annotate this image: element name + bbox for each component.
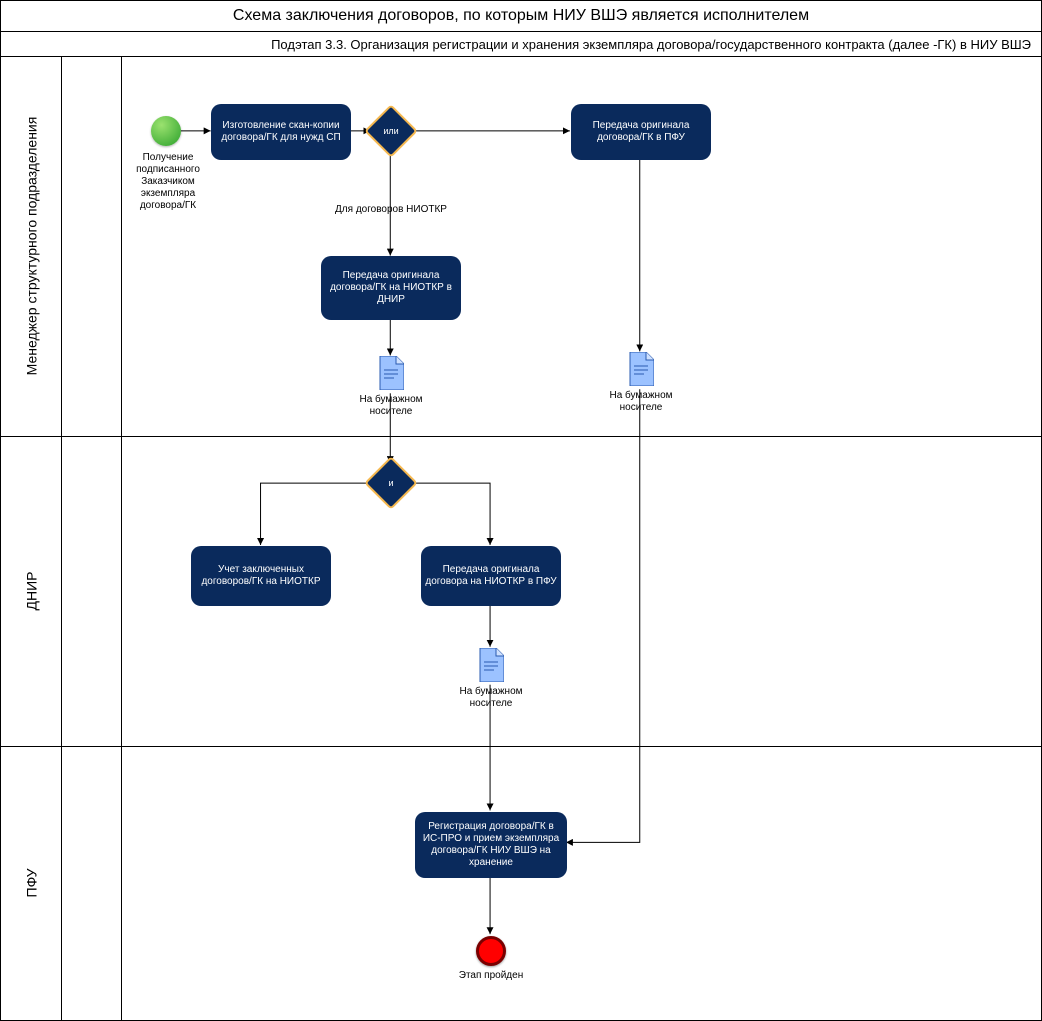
end-event [476,936,506,966]
document-caption: На бумажном носителе [459,686,523,710]
task-label: Регистрация договора/ГК в ИС-ПРО и прием… [419,821,563,869]
document-icon [628,352,654,386]
task-transfer-pfu: Передача оригинала договора/ГК в ПФУ [571,104,711,160]
gateway-or: или [372,112,410,150]
title-text: Схема заключения договоров, по которым Н… [233,7,809,25]
lane-label-dnir: ДНИР [1,436,61,746]
document-icon [478,648,504,682]
task-label: Передача оригинала договора на НИОТКР в … [425,564,557,588]
gateway-and: и [372,464,410,502]
document-caption: На бумажном носителе [609,390,673,414]
gateway-label: или [372,112,410,150]
path-annotation-niotkr: Для договоров НИОТКР [329,204,453,216]
gateway-label: и [372,464,410,502]
document-icon [378,356,404,390]
lane-separator [1,436,1041,437]
lane-label-pfu: ПФУ [1,746,61,1020]
task-transfer-dnir: Передача оригинала договора/ГК на НИОТКР… [321,256,461,320]
start-event-label: Получение подписанного Заказчиком экземп… [129,152,207,212]
task-label: Передача оригинала договора/ГК на НИОТКР… [325,270,457,306]
start-event [151,116,181,146]
task-label: Передача оригинала договора/ГК в ПФУ [575,120,707,144]
diagram-body: Менеджер структурного подразделения ДНИР… [1,56,1041,1020]
diagram-frame: Схема заключения договоров, по которым Н… [0,0,1042,1021]
diagram-title: Схема заключения договоров, по которым Н… [1,1,1041,32]
lane-label-text: Менеджер структурного подразделения [23,117,39,376]
task-scan-copy: Изготовление скан-копии договора/ГК для … [211,104,351,160]
task-pass-niotkr-pfu: Передача оригинала договора на НИОТКР в … [421,546,561,606]
end-event-label: Этап пройден [451,970,531,982]
lane-label-text: ДНИР [23,572,39,611]
lane-label-manager: Менеджер структурного подразделения [1,56,61,436]
task-accounting: Учет заключенных договоров/ГК на НИОТКР [191,546,331,606]
diagram-subtitle: Подэтап 3.3. Организация регистрации и х… [1,32,1041,57]
lane-separator [1,746,1041,747]
task-register: Регистрация договора/ГК в ИС-ПРО и прием… [415,812,567,878]
lane-label-text: ПФУ [23,869,39,898]
task-label: Учет заключенных договоров/ГК на НИОТКР [195,564,327,588]
document-caption: На бумажном носителе [359,394,423,418]
task-label: Изготовление скан-копии договора/ГК для … [215,120,347,144]
vertical-sep [121,56,122,1020]
subtitle-text: Подэтап 3.3. Организация регистрации и х… [271,37,1031,52]
